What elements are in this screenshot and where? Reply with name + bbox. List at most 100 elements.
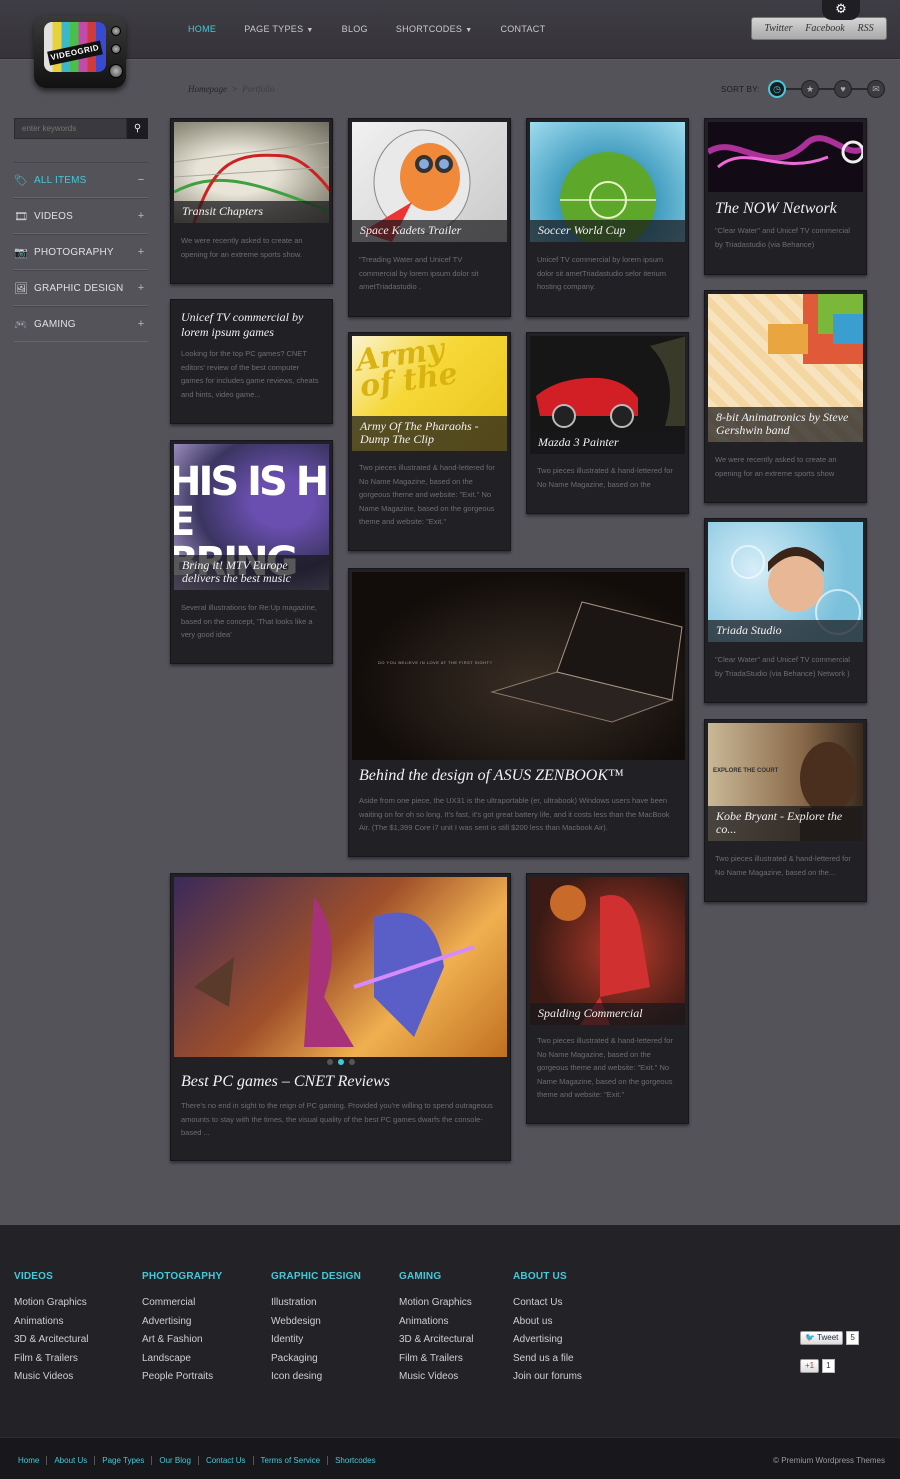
card-thumbnail: Space Kadets Trailer bbox=[352, 122, 507, 242]
footer-link[interactable]: Advertising bbox=[142, 1316, 222, 1335]
portfolio-card[interactable]: Soccer World Cup Unicef TV commercial by… bbox=[526, 118, 689, 317]
card-title: Army Of The Pharaohs - Dump The Clip bbox=[352, 416, 507, 451]
category-graphic-design[interactable]: 🖼 GRAPHIC DESIGN + bbox=[14, 270, 148, 306]
site-header: HOME PAGE TYPES ▼ BLOG SHORTCODES ▼ CONTACT Tw… bbox=[0, 0, 900, 59]
facebook-link[interactable]: Facebook bbox=[805, 23, 844, 34]
expand-toggle[interactable]: − bbox=[134, 174, 148, 186]
bottom-link[interactable]: Page Types bbox=[94, 1456, 151, 1465]
site-logo[interactable]: VIDEOGRID bbox=[34, 14, 126, 90]
slider-dot[interactable] bbox=[348, 1059, 355, 1065]
footer-link[interactable]: Advertising bbox=[513, 1334, 582, 1353]
footer-link[interactable]: Animations bbox=[399, 1316, 473, 1335]
nav-home[interactable]: HOME bbox=[188, 24, 216, 34]
footer-link[interactable]: Join our forums bbox=[513, 1371, 582, 1390]
nav-page-types[interactable]: PAGE TYPES ▼ bbox=[244, 24, 313, 34]
footer-link[interactable]: Art & Fashion bbox=[142, 1334, 222, 1353]
footer-link[interactable]: Webdesign bbox=[271, 1316, 361, 1335]
card-description: Two pieces illustrated & hand-lettered f… bbox=[537, 1036, 673, 1099]
footer-link[interactable]: Animations bbox=[14, 1316, 88, 1335]
star-icon[interactable]: ★ bbox=[801, 80, 820, 98]
category-gaming[interactable]: 🎮 GAMING + bbox=[14, 306, 148, 342]
portfolio-card[interactable]: Unicef TV commercial by lorem ipsum game… bbox=[170, 299, 333, 424]
nav-shortcodes[interactable]: SHORTCODES ▼ bbox=[396, 24, 473, 34]
gplus-button[interactable]: +1 bbox=[800, 1358, 820, 1373]
footer-link[interactable]: Landscape bbox=[142, 1353, 222, 1372]
breadcrumb-home[interactable]: Homepage bbox=[188, 84, 227, 94]
category-label: VIDEOS bbox=[34, 210, 73, 222]
card-description: Two pieces illustrated & hand-lettered f… bbox=[715, 854, 851, 877]
portfolio-card[interactable]: DO YOU BELIEVE IN LOVE AT THE FIRST SIGH… bbox=[348, 568, 689, 857]
portfolio-card[interactable]: EXPLORE THE COURT Kobe Bryant - Explore … bbox=[704, 719, 867, 902]
comment-icon[interactable]: ✉ bbox=[867, 80, 886, 98]
footer-link[interactable]: Send us a file bbox=[513, 1353, 582, 1372]
footer-link[interactable]: Contact Us bbox=[513, 1297, 582, 1316]
breadcrumb-separator: > bbox=[232, 84, 238, 94]
footer-link[interactable]: Icon desing bbox=[271, 1371, 361, 1390]
category-all-items[interactable]: 🏷 ALL ITEMS − bbox=[14, 162, 148, 198]
bottom-link[interactable]: Our Blog bbox=[151, 1456, 198, 1465]
portfolio-card[interactable]: Triada Studio "Clear Water" and Unicef T… bbox=[704, 518, 867, 703]
camera-icon: 📷 bbox=[14, 246, 28, 259]
slider-dot[interactable] bbox=[326, 1059, 333, 1065]
card-description: "Clear Water" and Unicef TV commercial b… bbox=[715, 226, 850, 249]
footer-link[interactable]: Film & Trailers bbox=[399, 1353, 473, 1372]
bottom-link[interactable]: Contact Us bbox=[197, 1456, 253, 1465]
portfolio-card[interactable]: Space Kadets Trailer "Treading Water and… bbox=[348, 118, 511, 317]
bottom-link[interactable]: Shortcodes bbox=[327, 1456, 382, 1465]
portfolio-card[interactable]: 8-bit Animatronics by Steve Gershwin ban… bbox=[704, 290, 867, 503]
clock-icon[interactable]: ◷ bbox=[768, 80, 787, 98]
nav-contact[interactable]: CONTACT bbox=[500, 24, 545, 34]
expand-toggle[interactable]: + bbox=[134, 246, 148, 258]
portfolio-card[interactable]: Spalding Commercial Two pieces illustrat… bbox=[526, 873, 689, 1124]
footer-link[interactable]: Music Videos bbox=[14, 1371, 88, 1390]
gear-icon[interactable]: ⚙ bbox=[822, 0, 860, 20]
portfolio-card[interactable]: The NOW Network "Clear Water" and Unicef… bbox=[704, 118, 867, 275]
footer-link[interactable]: Music Videos bbox=[399, 1371, 473, 1390]
footer-link[interactable]: Motion Graphics bbox=[399, 1297, 473, 1316]
heart-icon[interactable]: ♥ bbox=[834, 80, 853, 98]
card-title: Bring it! MTV Europe delivers the best m… bbox=[174, 555, 329, 590]
portfolio-card[interactable]: Transit Chapters We were recently asked … bbox=[170, 118, 333, 284]
category-photography[interactable]: 📷 PHOTOGRAPHY + bbox=[14, 234, 148, 270]
category-label: GAMING bbox=[34, 318, 76, 330]
footer-link[interactable]: About us bbox=[513, 1316, 582, 1335]
footer-link[interactable]: 3D & Arcitectural bbox=[399, 1334, 473, 1353]
expand-toggle[interactable]: + bbox=[134, 318, 148, 330]
bottom-link[interactable]: Terms of Service bbox=[252, 1456, 328, 1465]
bottom-link[interactable]: Home bbox=[12, 1456, 46, 1465]
sort-track: ◷ ★ ♥ ✉ bbox=[768, 80, 886, 98]
card-description: Two pieces illustrated & hand-lettered f… bbox=[359, 463, 495, 526]
footer-link[interactable]: Identity bbox=[271, 1334, 361, 1353]
card-description: Several illustrations for Re:Up magazine… bbox=[181, 603, 317, 639]
nav-blog[interactable]: BLOG bbox=[342, 24, 368, 34]
search-input[interactable] bbox=[14, 118, 127, 139]
footer-link[interactable]: Commercial bbox=[142, 1297, 222, 1316]
slider-dot-active[interactable] bbox=[337, 1059, 344, 1065]
footer-link[interactable]: Film & Trailers bbox=[14, 1353, 88, 1372]
card-description: Unicef TV commercial by lorem ipsum dolo… bbox=[537, 255, 666, 291]
twitter-link[interactable]: Twitter bbox=[764, 23, 792, 34]
tweet-button[interactable]: 🐦 Tweet bbox=[800, 1330, 844, 1345]
expand-toggle[interactable]: + bbox=[134, 282, 148, 294]
expand-toggle[interactable]: + bbox=[134, 210, 148, 222]
footer-link[interactable]: Motion Graphics bbox=[14, 1297, 88, 1316]
tweet-label: Tweet bbox=[817, 1332, 839, 1342]
portfolio-card[interactable]: Best PC games – CNET Reviews There's no … bbox=[170, 873, 511, 1161]
footer-link[interactable]: People Portraits bbox=[142, 1371, 222, 1390]
portfolio-card[interactable]: HIS IS HE BRING Bring it! MTV Europe del… bbox=[170, 440, 333, 664]
footer-link[interactable]: Illustration bbox=[271, 1297, 361, 1316]
bottom-links: Home About Us Page Types Our Blog Contact Us… bbox=[12, 1456, 383, 1465]
portfolio-card[interactable]: Army of the Army Of The Pharaohs - Dump T… bbox=[348, 332, 511, 551]
footer-link[interactable]: 3D & Arcitectural bbox=[14, 1334, 88, 1353]
category-videos[interactable]: 🎞 VIDEOS + bbox=[14, 198, 148, 234]
rss-link[interactable]: RSS bbox=[858, 23, 874, 34]
card-title: Behind the design of ASUS ZENBOOK™ bbox=[359, 767, 624, 784]
card-title: Triada Studio bbox=[708, 620, 863, 642]
breadcrumb-current: Portfolio bbox=[242, 84, 275, 94]
breadcrumb: Homepage > Portfolio bbox=[188, 84, 275, 94]
search-icon[interactable]: ⚲ bbox=[127, 118, 148, 139]
bottom-link[interactable]: About Us bbox=[46, 1456, 94, 1465]
card-title: The NOW Network bbox=[715, 200, 837, 217]
portfolio-card[interactable]: Mazda 3 Painter Two pieces illustrated &… bbox=[526, 332, 689, 514]
footer-link[interactable]: Packaging bbox=[271, 1353, 361, 1372]
